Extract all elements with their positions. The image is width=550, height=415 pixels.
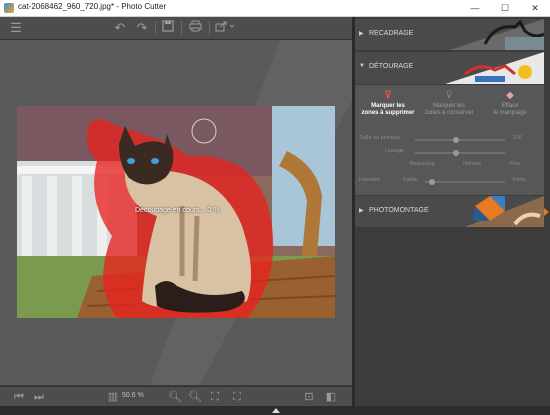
zoom-actual-icon[interactable]: ⛶ bbox=[230, 390, 244, 404]
detourage-panel: ⊽ Marquer les zones à supprimer ⊽ Marque… bbox=[355, 85, 544, 195]
mode-keep-label: Marquer les bbox=[433, 103, 465, 109]
brush-size-slider[interactable] bbox=[415, 137, 505, 143]
close-button[interactable]: ✕ bbox=[520, 0, 550, 16]
section-photomontage[interactable]: ▶ PHOTOMONTAGE bbox=[355, 196, 544, 227]
print-icon[interactable] bbox=[187, 20, 203, 36]
sublabel-normal: Normal bbox=[463, 161, 481, 167]
mode-keep-sublabel: zones à conserver bbox=[424, 110, 474, 116]
bottom-toolbar: ⏮ ⏭ ▥ 50.6 % 🔍︎ 🔍︎ ⛶ ⛶ ⊡ ◧ bbox=[0, 386, 352, 407]
smoothing-row: Lissage bbox=[355, 148, 544, 158]
brush-remove-icon: ⊽ bbox=[384, 90, 392, 101]
smoothing-sublabels: Beaucoup Normal Peu bbox=[355, 161, 544, 169]
intensity-max-label: Forte bbox=[513, 177, 526, 183]
intensity-min-label: Faible bbox=[403, 177, 418, 183]
chevron-down-icon: ▼ bbox=[359, 63, 365, 69]
toolbar-divider bbox=[155, 21, 156, 35]
mode-erase-button[interactable]: ◆ Efface le marquage bbox=[480, 90, 540, 117]
section-photomontage-label: PHOTOMONTAGE bbox=[369, 207, 429, 214]
window-title: cat-2068462_960_720.jpg* - Photo Cutter bbox=[18, 2, 167, 11]
brush-keep-icon: ⊽ bbox=[445, 90, 453, 101]
page-layout-icon[interactable]: ▥ bbox=[106, 390, 120, 404]
section-detourage[interactable]: ▼ DÉTOURAGE bbox=[355, 52, 544, 84]
sublabel-peu: Peu bbox=[510, 161, 520, 167]
intensity-row: Intensité Faible Forte bbox=[355, 177, 544, 187]
sublabel-beaucoup: Beaucoup bbox=[410, 161, 435, 167]
eraser-icon: ◆ bbox=[506, 90, 514, 101]
zoom-fit-icon[interactable]: ⛶ bbox=[208, 390, 222, 404]
smoothing-slider[interactable] bbox=[415, 150, 505, 156]
title-bar: cat-2068462_960_720.jpg* - Photo Cutter … bbox=[0, 0, 550, 17]
chevron-right-icon: ▶ bbox=[359, 31, 364, 37]
save-icon[interactable] bbox=[160, 20, 176, 36]
last-page-icon[interactable]: ⏭ bbox=[32, 390, 46, 404]
intensity-slider[interactable] bbox=[425, 179, 505, 185]
toolbar-divider bbox=[209, 21, 210, 35]
first-page-icon[interactable]: ⏮ bbox=[12, 390, 26, 404]
mode-remove-label: Marquer les bbox=[371, 103, 405, 109]
brush-size-row: Taille du pinceau 100 bbox=[355, 135, 544, 145]
intensity-knob[interactable] bbox=[429, 179, 435, 185]
mode-remove-sublabel: zones à supprimer bbox=[361, 110, 415, 116]
brush-size-label: Taille du pinceau bbox=[359, 135, 400, 141]
zoom-in-icon[interactable]: 🔍︎ bbox=[188, 390, 202, 404]
smoothing-label: Lissage bbox=[385, 148, 404, 154]
section-detourage-label: DÉTOURAGE bbox=[369, 63, 414, 70]
mode-erase-label: Efface bbox=[501, 103, 519, 109]
collapse-up-icon[interactable] bbox=[272, 408, 280, 413]
mode-keep-button[interactable]: ⊽ Marquer les zones à conserver bbox=[419, 90, 479, 117]
toolbar-divider bbox=[181, 21, 182, 35]
mode-erase-sublabel: le marquage bbox=[493, 110, 527, 116]
app-icon bbox=[4, 3, 14, 13]
main-toolbar: ☰ ↶ ↷ bbox=[0, 17, 352, 40]
menu-icon[interactable]: ☰ bbox=[8, 20, 24, 36]
maximize-button[interactable]: ☐ bbox=[490, 0, 520, 16]
canvas-area[interactable]: Découpage en cours... 0 % bbox=[0, 40, 352, 385]
smoothing-knob[interactable] bbox=[453, 150, 459, 156]
minimize-button[interactable]: — bbox=[460, 0, 490, 16]
brush-size-knob[interactable] bbox=[453, 137, 459, 143]
toggle-panel-icon[interactable]: ◧ bbox=[324, 390, 338, 404]
intensity-label: Intensité bbox=[359, 177, 380, 183]
export-icon[interactable]: ⊡ bbox=[302, 390, 316, 404]
redo-icon[interactable]: ↷ bbox=[134, 20, 150, 36]
undo-icon[interactable]: ↶ bbox=[112, 20, 128, 36]
mode-remove-button[interactable]: ⊽ Marquer les zones à supprimer bbox=[358, 90, 418, 117]
chevron-right-icon: ▶ bbox=[359, 208, 364, 214]
section-recadrage[interactable]: ▶ RECADRAGE bbox=[355, 19, 544, 50]
zoom-out-icon[interactable]: 🔍︎ bbox=[168, 390, 182, 404]
expand-arrow-icon[interactable] bbox=[544, 208, 549, 216]
status-bar bbox=[0, 406, 550, 415]
brush-size-value: 100 bbox=[513, 135, 523, 141]
progress-overlay-text: Découpage en cours... 0 % bbox=[135, 207, 220, 214]
section-recadrage-label: RECADRAGE bbox=[369, 30, 414, 37]
zoom-level: 50.6 % bbox=[122, 392, 144, 399]
share-icon[interactable] bbox=[214, 20, 236, 36]
